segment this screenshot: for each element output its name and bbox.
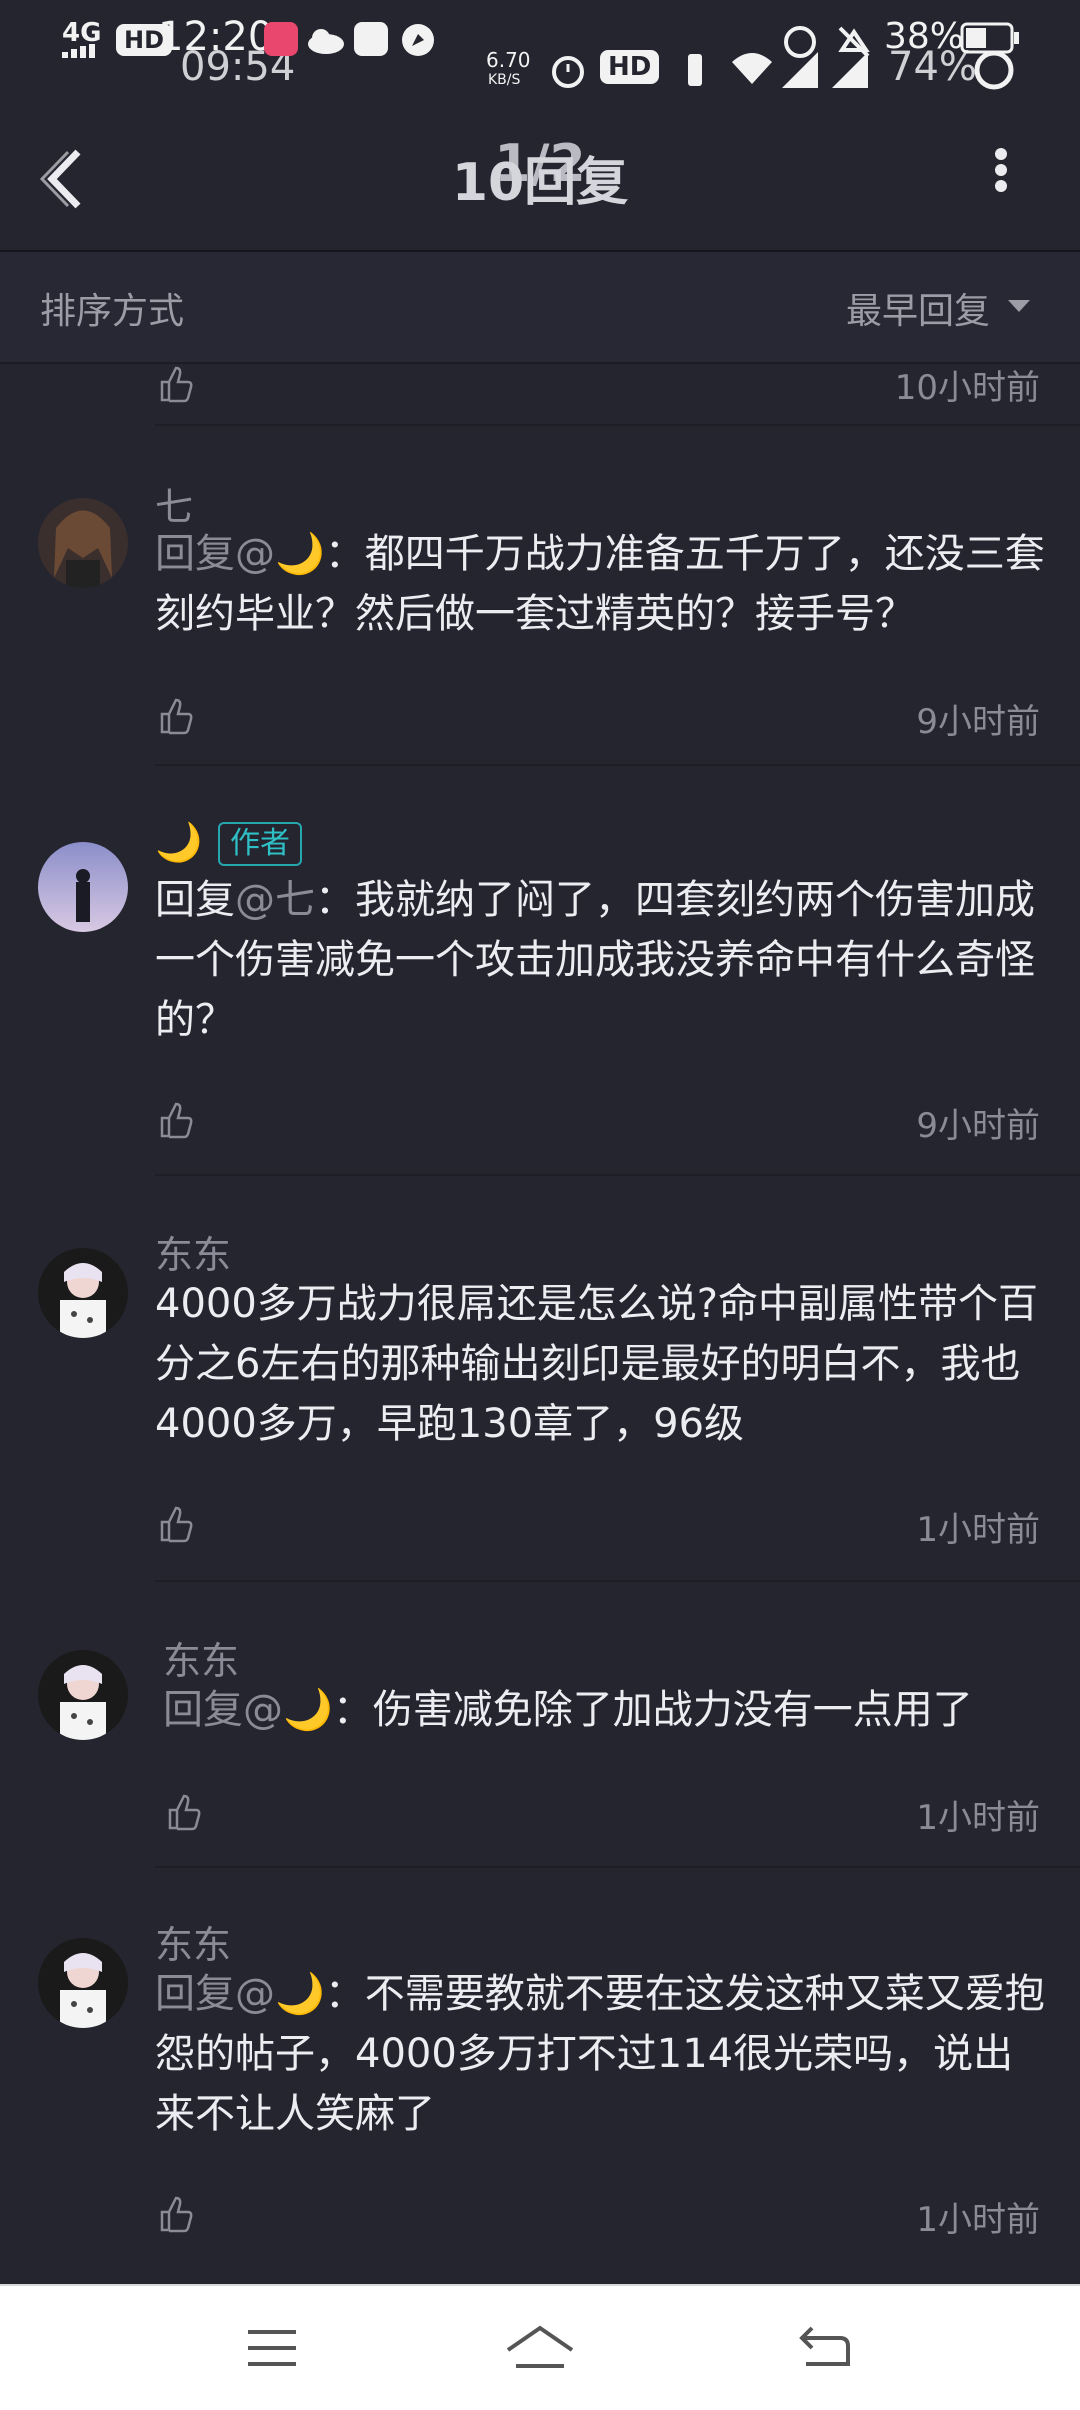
system-nav-bar	[0, 2284, 1080, 2410]
thumbs-up-icon[interactable]	[156, 2194, 196, 2234]
comment-author[interactable]: 东东	[163, 1630, 239, 1685]
back-icon[interactable]	[796, 2324, 852, 2372]
thumbs-up-icon[interactable]	[156, 1100, 196, 1140]
hd-badge: HD	[600, 50, 660, 84]
comment-list: 10小时前 七 回复@🌙：都四千万战力准备五千万了，还没三套刻约毕业？然后做一套…	[0, 364, 1080, 2284]
comment-author[interactable]: 东东	[155, 1224, 231, 1279]
avatar[interactable]	[38, 498, 128, 588]
comment-item: 东东 4000多万战力很屌还是怎么说?命中副属性带个百分之6左右的那种输出刻印是…	[0, 1214, 1080, 1582]
signal-4g-icon	[782, 52, 818, 88]
reply-prefix: 回复@	[155, 531, 275, 577]
divider	[155, 424, 1080, 426]
comment-item: 七 回复@🌙：都四千万战力准备五千万了，还没三套刻约毕业？然后做一套过精英的？接…	[0, 464, 1080, 766]
loading-ring-icon	[974, 50, 1014, 90]
net-unit: KB/S	[488, 72, 521, 88]
comment-text: 回复@🌙：不需要教就不要在这发这种又菜又爱抱怨的帖子，4000多万打不过114很…	[155, 1964, 1045, 2144]
net-speed: 6.70	[486, 48, 531, 72]
avatar[interactable]	[38, 1938, 128, 2028]
reply-prefix: 回复@	[155, 1971, 275, 2017]
avatar[interactable]	[38, 1248, 128, 1338]
app-icon-2	[354, 22, 388, 56]
divider	[155, 1174, 1080, 1176]
comment-time: 1小时前	[916, 1510, 1040, 1550]
reply-target[interactable]: 🌙	[275, 531, 325, 577]
comment-time: 1小时前	[916, 2200, 1040, 2240]
comment-text: 4000多万战力很屌还是怎么说?命中副属性带个百分之6左右的那种输出刻印是最好的…	[155, 1281, 1039, 1447]
divider	[155, 1580, 1080, 1582]
comment-time: 9小时前	[916, 702, 1040, 742]
status-bar: 4G HD 12:20 09:54 6.70 KB/S HD 38% 74%	[0, 0, 1080, 120]
sort-bar: 排序方式 最早回复	[0, 252, 1080, 364]
divider	[155, 764, 1080, 766]
home-icon[interactable]	[502, 2322, 578, 2374]
comment-item: 10小时前	[0, 364, 1080, 426]
divider	[155, 1866, 1080, 1868]
thumbs-up-icon[interactable]	[156, 364, 196, 404]
comment-author[interactable]: 七	[155, 476, 193, 531]
comment-author[interactable]: 🌙	[155, 820, 202, 865]
comment-text: 回复@七：我就纳了闷了，四套刻约两个伤害加成一个伤害减免一个攻击加成我没养命中有…	[155, 870, 1045, 1050]
comment-time: 9小时前	[916, 1106, 1040, 1146]
top-nav-bar: 10回复 1/2	[0, 120, 1080, 252]
avatar[interactable]	[38, 842, 128, 932]
vibrate-icon	[688, 54, 702, 86]
reply-prefix: 回复@	[163, 1687, 283, 1733]
wifi-icon	[732, 53, 772, 84]
comment-author[interactable]: 东东	[155, 1914, 231, 1969]
sort-dropdown[interactable]: 最早回复	[846, 282, 990, 334]
more-options-button[interactable]	[986, 144, 1016, 214]
reply-target[interactable]: @七	[235, 877, 315, 923]
page-indicator: 1/2	[494, 134, 586, 194]
comment-time: 10小时前	[894, 368, 1040, 408]
reply-target[interactable]: 🌙	[275, 1971, 325, 2017]
reply-prefix: 回复	[155, 877, 235, 923]
comment-text: 回复@🌙：伤害减免除了加战力没有一点用了	[163, 1680, 1053, 1740]
avatar[interactable]	[38, 1650, 128, 1740]
author-badge: 作者	[218, 822, 302, 866]
caret-down-icon[interactable]	[1008, 300, 1030, 312]
signal-bars-icon	[62, 44, 95, 58]
reply-target[interactable]: 🌙	[283, 1687, 333, 1733]
cloud-icon	[308, 29, 344, 54]
comment-item: 东东 回复@🌙：不需要教就不要在这发这种又菜又爱抱怨的帖子，4000多万打不过1…	[0, 1904, 1080, 2264]
comment-time: 1小时前	[916, 1798, 1040, 1838]
thumbs-up-icon[interactable]	[164, 1792, 204, 1832]
comment-item: 🌙 作者 回复@七：我就纳了闷了，四套刻约两个伤害加成一个伤害减免一个攻击加成我…	[0, 810, 1080, 1176]
alarm-icon	[552, 56, 584, 88]
comment-body: ：伤害减免除了加战力没有一点用了	[332, 1687, 973, 1733]
sort-label: 排序方式	[40, 291, 185, 332]
comment-item: 东东 回复@🌙：伤害减免除了加战力没有一点用了 1小时前	[0, 1620, 1080, 1868]
app-notification-icon	[264, 22, 298, 56]
signal-5g-icon	[832, 52, 868, 88]
compass-icon	[402, 24, 434, 56]
thumbs-up-icon[interactable]	[156, 1504, 196, 1544]
menu-icon[interactable]	[244, 2326, 300, 2370]
thumbs-up-icon[interactable]	[156, 696, 196, 736]
comment-text: 回复@🌙：都四千万战力准备五千万了，还没三套刻约毕业？然后做一套过精英的？接手号…	[155, 524, 1045, 644]
